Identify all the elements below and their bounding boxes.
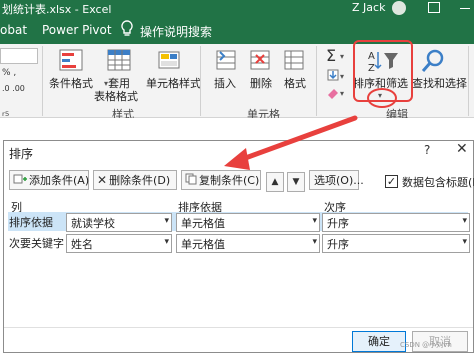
cell-styles-button[interactable]: 单元格样式 — [146, 77, 201, 90]
user-name[interactable]: Z Jack — [352, 1, 385, 14]
find-select-button[interactable]: 查找和选择 — [412, 77, 467, 90]
insert-button[interactable]: 插入 — [214, 77, 236, 90]
chevron-down-icon: ▾ — [164, 237, 169, 247]
autosum-icon[interactable]: Σ — [326, 46, 336, 65]
title-bar: 划统计表.xlsx - Excel Z Jack — [0, 0, 474, 17]
sort-by-label: 排序依据 — [9, 216, 53, 229]
ok-button[interactable]: 确定 — [352, 331, 406, 352]
has-headers-label: 数据包含标题(H) — [402, 176, 474, 189]
find-select-icon — [421, 49, 444, 72]
insert-cells-icon — [216, 50, 236, 70]
conditional-format-button[interactable]: 条件格式 — [49, 77, 93, 90]
tab-power-pivot[interactable]: Power Pivot — [42, 23, 112, 37]
format-button[interactable]: 格式 — [284, 77, 306, 90]
tell-me-search[interactable]: 操作说明搜索 — [140, 23, 212, 40]
then-column-select[interactable]: 姓名 ▾ — [66, 234, 172, 253]
minimize-icon[interactable] — [460, 8, 470, 9]
copy-level-button[interactable]: 复制条件(C) — [181, 170, 261, 190]
highlight-circle — [367, 88, 397, 108]
copy-level-label: 复制条件(C) — [199, 174, 260, 187]
options-button[interactable]: 选项(O)... — [309, 170, 364, 190]
sort-on-select[interactable]: 单元格值 ▾ — [176, 213, 320, 232]
close-button[interactable]: ✕ — [456, 141, 468, 157]
lightbulb-icon — [121, 20, 133, 36]
delete-level-button[interactable]: ✕ 删除条件(D) — [93, 170, 177, 190]
format-cells-icon — [284, 50, 304, 70]
window-title: 划统计表.xlsx - Excel — [2, 3, 112, 16]
chevron-down-icon: ▾ — [312, 237, 317, 247]
fill-icon[interactable] — [326, 68, 340, 82]
watermark: CSDN @小刘vh — [400, 341, 452, 349]
cell-styles-icon — [158, 51, 180, 69]
delete-level-label: 删除条件(D) — [109, 174, 171, 187]
then-by-label: 次要关键字 — [9, 237, 64, 250]
order-value: 升序 — [327, 216, 349, 230]
dialog-title: 排序 — [9, 147, 34, 161]
chevron-down-icon: ▾ — [164, 216, 169, 226]
move-down-icon: ▼ — [292, 177, 300, 187]
then-column-value: 姓名 — [71, 237, 93, 251]
move-up-button[interactable]: ▲ — [266, 172, 284, 192]
has-headers-checkbox[interactable]: ✓ — [385, 175, 398, 188]
delete-cells-icon — [250, 50, 270, 70]
options-label: 选项(O)... — [314, 174, 364, 187]
order-select[interactable]: 升序 ▾ — [322, 213, 470, 232]
avatar[interactable] — [392, 1, 406, 15]
ribbon-display-icon[interactable] — [428, 2, 440, 13]
add-level-button[interactable]: 添加条件(A) — [9, 170, 89, 190]
then-order-value: 升序 — [327, 237, 349, 251]
increase-decimal-icon[interactable]: .0 .00 — [2, 84, 25, 93]
clear-icon[interactable] — [326, 87, 340, 99]
format-as-table-icon — [107, 49, 131, 71]
delete-button[interactable]: 删除 — [250, 77, 272, 90]
chevron-down-icon: ▾ — [312, 216, 317, 226]
move-down-button[interactable]: ▼ — [287, 172, 305, 192]
format-as-table-label-1[interactable]: 套用 — [108, 77, 130, 90]
format-as-table-label-2[interactable]: 表格格式 — [94, 90, 138, 103]
sort-on-value: 单元格值 — [181, 216, 225, 230]
tab-acrobat[interactable]: obat — [0, 23, 27, 37]
sort-dialog: 排序 ? ✕ 添加条件(A) ✕ 删除条件(D) 复制条件(C) ▲ ▼ 选项(… — [3, 140, 474, 353]
copy-level-icon — [185, 173, 197, 188]
chevron-down-icon: ▾ — [462, 237, 467, 247]
add-level-label: 添加条件(A) — [29, 174, 90, 187]
number-format-dropdown[interactable] — [0, 48, 38, 64]
number-format-symbols[interactable]: % , — [2, 68, 16, 78]
chevron-down-icon: ▾ — [462, 216, 467, 226]
then-order-select[interactable]: 升序 ▾ — [322, 234, 470, 253]
help-button[interactable]: ? — [424, 143, 430, 157]
sort-column-value: 就读学校 — [71, 216, 115, 230]
conditional-format-icon — [59, 49, 83, 71]
delete-level-icon: ✕ — [97, 173, 108, 187]
move-up-icon: ▲ — [271, 177, 279, 187]
sort-column-select[interactable]: 就读学校 ▾ — [66, 213, 172, 232]
then-sort-on-select[interactable]: 单元格值 ▾ — [176, 234, 320, 253]
then-sort-on-value: 单元格值 — [181, 237, 225, 251]
add-level-icon — [13, 173, 27, 188]
